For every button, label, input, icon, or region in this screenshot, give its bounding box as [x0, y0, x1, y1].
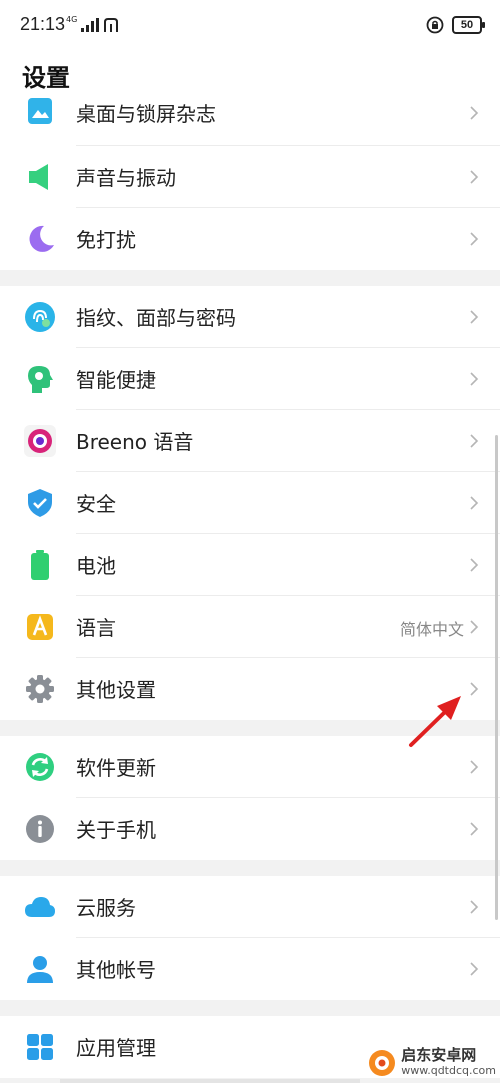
watermark-text: 启东安卓网 www.qdtdcq.com: [401, 1047, 496, 1079]
settings-item-do-not-disturb[interactable]: 免打扰: [0, 208, 500, 270]
info-icon: [26, 815, 54, 843]
settings-group-about: 软件更新 关于手机: [0, 736, 500, 860]
settings-group-personalization: 桌面与锁屏杂志 声音与振动 免打扰: [0, 98, 500, 270]
chevron-right-icon: [470, 558, 479, 572]
settings-item-security[interactable]: 安全: [0, 472, 500, 534]
settings-item-label: 电池: [76, 554, 116, 578]
status-right-icons: 50: [426, 14, 485, 36]
settings-item-label: 声音与振动: [76, 166, 176, 190]
settings-item-language[interactable]: 语言 简体中文: [0, 596, 500, 658]
settings-item-value: 简体中文: [399, 620, 464, 639]
speaker-icon: [29, 164, 48, 190]
settings-item-label: 云服务: [76, 896, 136, 920]
scrollbar[interactable]: [495, 435, 498, 920]
update-icon: [26, 753, 54, 781]
network-type: 4G: [66, 15, 78, 24]
settings-item-label: 应用管理: [76, 1036, 156, 1060]
group-gap: [0, 720, 500, 736]
wallpaper-icon: [28, 98, 52, 124]
group-gap: [0, 860, 500, 876]
settings-item-other-settings[interactable]: 其他设置: [0, 658, 500, 720]
settings-item-label: 软件更新: [76, 756, 156, 780]
group-gap: [0, 270, 500, 286]
settings-item-label: Breeno 语音: [76, 430, 194, 454]
chevron-right-icon: [470, 822, 479, 836]
chevron-right-icon: [470, 232, 479, 246]
apps-grid-icon: [27, 1034, 53, 1060]
cell-signal-icon: [81, 18, 100, 32]
bottom-edge-bar: [60, 1079, 360, 1083]
moon-icon: [29, 225, 54, 252]
settings-item-label: 指纹、面部与密码: [76, 306, 236, 330]
settings-item-software-update[interactable]: 软件更新: [0, 736, 500, 798]
watermark-url: www.qdtdcq.com: [401, 1064, 496, 1077]
group-gap: [0, 1000, 500, 1016]
settings-item-label: 桌面与锁屏杂志: [76, 102, 216, 126]
settings-group-system: 指纹、面部与密码 智能便捷 Breeno 语音 安全 电池 语言 简体中文 其他…: [0, 286, 500, 720]
settings-screen: 21:13 4G 50 设置 桌面与锁屏杂志 声音与振动 免打扰 指纹、面部与密…: [0, 0, 500, 1083]
language-icon: [27, 614, 53, 640]
watermark: 启东安卓网 www.qdtdcq.com: [367, 1047, 496, 1079]
chevron-right-icon: [470, 682, 479, 696]
settings-item-breeno[interactable]: Breeno 语音: [0, 410, 500, 472]
chevron-right-icon: [470, 434, 479, 448]
settings-item-about-phone[interactable]: 关于手机: [0, 798, 500, 860]
chevron-right-icon: [470, 962, 479, 976]
page-header: 设置: [0, 50, 500, 104]
hd-icon: [104, 18, 119, 32]
settings-item-label: 语言: [76, 616, 116, 640]
chevron-right-icon: [470, 620, 479, 634]
settings-item-label: 智能便捷: [76, 368, 156, 392]
signal-icons: 4G: [66, 16, 119, 32]
cloud-icon: [25, 897, 55, 917]
chevron-right-icon: [470, 170, 479, 184]
chevron-right-icon: [470, 496, 479, 510]
settings-item-sound[interactable]: 声音与振动: [0, 146, 500, 208]
chevron-right-icon: [470, 310, 479, 324]
settings-item-label: 其他帐号: [76, 958, 156, 982]
settings-item-other-accounts[interactable]: 其他帐号: [0, 938, 500, 1000]
battery-icon: [31, 550, 49, 580]
person-icon: [27, 956, 53, 983]
status-bar: 21:13 4G 50: [0, 0, 500, 50]
chevron-right-icon: [470, 372, 479, 386]
fingerprint-icon: [25, 302, 55, 332]
settings-item-cloud[interactable]: 云服务: [0, 876, 500, 938]
settings-item-wallpaper[interactable]: 桌面与锁屏杂志: [0, 98, 500, 146]
battery-indicator: 50: [452, 16, 485, 34]
settings-item-fingerprint[interactable]: 指纹、面部与密码: [0, 286, 500, 348]
status-time: 21:13: [20, 14, 66, 34]
gear-icon: [26, 675, 54, 703]
breeno-icon: [24, 425, 56, 457]
settings-item-label: 关于手机: [76, 818, 156, 842]
watermark-name: 启东安卓网: [401, 1046, 477, 1064]
chevron-right-icon: [470, 760, 479, 774]
smart-head-icon: [28, 366, 53, 393]
watermark-logo-icon: [369, 1050, 396, 1076]
page-title: 设置: [22, 64, 70, 92]
settings-group-accounts: 云服务 其他帐号: [0, 876, 500, 1000]
settings-item-label: 其他设置: [76, 678, 156, 702]
settings-list: 桌面与锁屏杂志 声音与振动 免打扰 指纹、面部与密码 智能便捷 Breeno 语…: [0, 98, 500, 1078]
chevron-right-icon: [470, 106, 479, 120]
settings-item-label: 安全: [76, 492, 116, 516]
settings-item-smart-services[interactable]: 智能便捷: [0, 348, 500, 410]
shield-icon: [28, 489, 52, 517]
settings-item-battery[interactable]: 电池: [0, 534, 500, 596]
chevron-right-icon: [470, 900, 479, 914]
rotation-lock-icon: [426, 16, 444, 34]
settings-item-label: 免打扰: [76, 228, 136, 252]
